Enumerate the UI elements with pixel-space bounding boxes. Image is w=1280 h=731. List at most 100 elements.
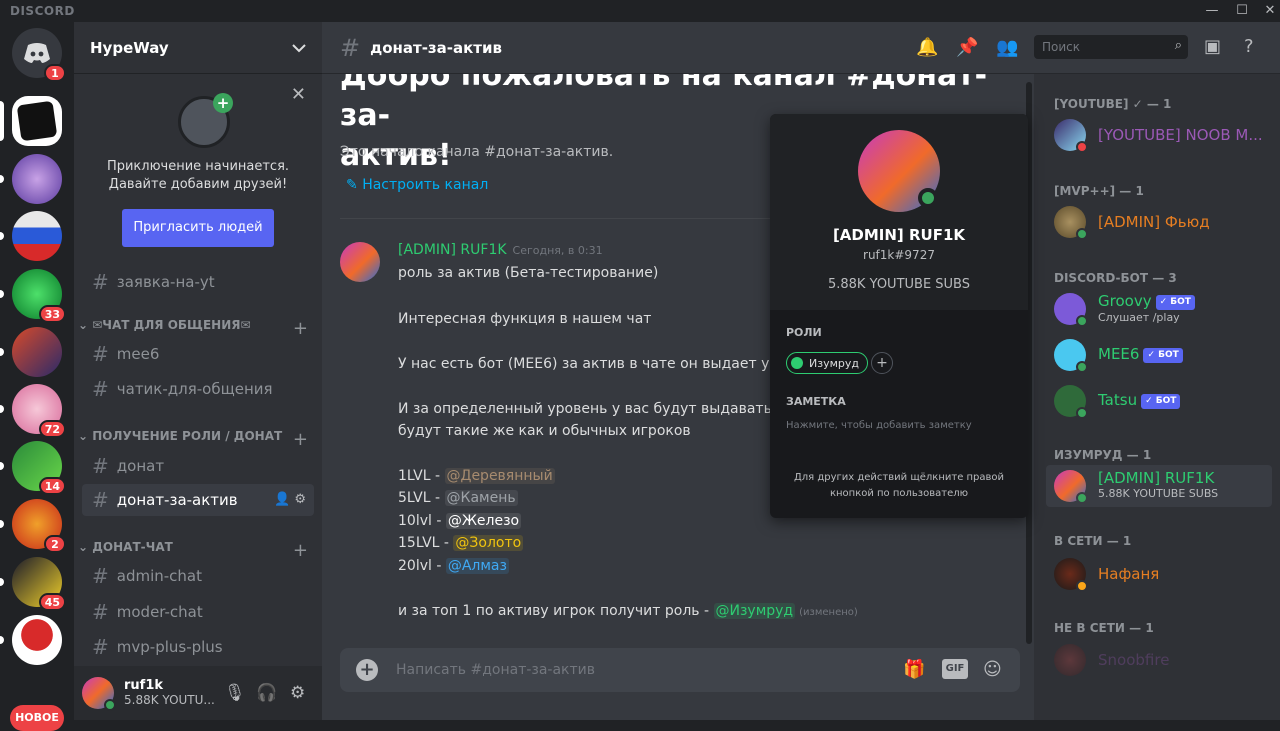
hash-icon: #: [92, 635, 109, 659]
role-mention[interactable]: @Изумруд: [713, 603, 796, 619]
members-icon[interactable]: 👥: [996, 37, 1018, 58]
status-dot: [1076, 228, 1088, 240]
add-channel-icon[interactable]: +: [293, 318, 308, 339]
avatar[interactable]: [82, 677, 116, 711]
server-icon-hypeway[interactable]: [0, 96, 62, 146]
help-icon[interactable]: ?: [1244, 36, 1254, 57]
minimize-button[interactable]: —: [1203, 2, 1221, 20]
inbox-icon[interactable]: ▣: [1204, 36, 1221, 57]
popout-hint: Для других действий щёлкните правой кноп…: [793, 472, 1005, 499]
gift-icon[interactable]: 🎁: [903, 659, 925, 680]
headphones-icon[interactable]: 🎧: [256, 683, 277, 703]
new-servers-pill[interactable]: НОВОЕ: [10, 705, 64, 731]
member-group-header: [YOUTUBE] ✓ — 1: [1054, 97, 1172, 111]
server-icon[interactable]: 33: [0, 269, 66, 323]
channel-item[interactable]: # admin-chat: [82, 560, 314, 592]
message-composer: + 🎁 GIF ☺: [340, 648, 1020, 692]
category-header[interactable]: ⌄ ДОНАТ-ЧАТ +: [78, 540, 314, 561]
role-mention[interactable]: @Камень: [444, 490, 518, 506]
maximize-button[interactable]: ☐: [1233, 2, 1251, 20]
notification-badge: 72: [38, 420, 66, 438]
avatar: [1054, 206, 1088, 240]
gear-icon[interactable]: ⚙: [290, 683, 305, 703]
add-channel-icon[interactable]: +: [293, 429, 308, 450]
role-mention[interactable]: @Золото: [453, 535, 524, 551]
emoji-icon[interactable]: ☺: [983, 659, 1002, 680]
status-dot: [1076, 492, 1088, 504]
server-icon[interactable]: [0, 327, 62, 377]
search-input[interactable]: [1042, 39, 1152, 55]
server-icon[interactable]: [0, 211, 62, 261]
username: ruf1k: [124, 678, 164, 693]
invite-people-button[interactable]: Пригласить людей: [122, 209, 274, 247]
hash-icon: #: [92, 454, 109, 478]
upload-plus-icon[interactable]: +: [356, 659, 378, 681]
channel-sidebar: HypeWay ✕ + Приключение начинается. Дава…: [74, 22, 322, 720]
hash-icon: #: [92, 564, 109, 588]
member-item[interactable]: Snoobfire: [1046, 639, 1272, 681]
add-channel-icon[interactable]: +: [293, 540, 308, 561]
bell-icon[interactable]: 🔔: [916, 37, 938, 58]
member-item[interactable]: Tatsu ✓ БОТ: [1046, 380, 1272, 422]
avatar: [1054, 339, 1088, 373]
home-button[interactable]: 1: [12, 28, 66, 82]
channel-item[interactable]: # заявка-на-yt: [82, 266, 314, 298]
popout-tag: ruf1k#9727: [863, 248, 935, 262]
role-color-dot: [791, 357, 803, 369]
channel-item[interactable]: # mvp-plus-plus: [82, 631, 314, 663]
member-item[interactable]: Groovy ✓ БОТ Слушает /play: [1046, 288, 1272, 330]
pin-icon[interactable]: 📌: [956, 37, 978, 58]
member-item[interactable]: [ADMIN] RUF1K 5.88K YOUTUBE SUBS: [1046, 465, 1272, 507]
setup-channel-link[interactable]: ✎ Настроить канал: [346, 177, 488, 193]
invite-icon[interactable]: 👤: [274, 492, 290, 507]
member-item[interactable]: [YOUTUBE] NOOB M...: [1046, 114, 1272, 156]
close-icon[interactable]: ✕: [291, 84, 306, 105]
add-role-button[interactable]: +: [871, 352, 893, 374]
channel-title: донат-за-актив: [370, 38, 502, 57]
note-input[interactable]: Нажмите, чтобы добавить заметку: [786, 420, 972, 431]
microphone-icon[interactable]: 🎙: [224, 683, 246, 703]
server-icon[interactable]: 2: [0, 499, 66, 553]
message-author[interactable]: [ADMIN] RUF1K: [398, 242, 507, 258]
guild-header[interactable]: HypeWay: [74, 22, 322, 74]
message-line: будут такие же как и обычных игроков: [398, 423, 691, 439]
member-group-header: DISCORD-БОТ — 3: [1054, 271, 1177, 285]
member-item[interactable]: MEE6 ✓ БОТ: [1046, 334, 1272, 376]
search-box[interactable]: ⌕: [1034, 35, 1188, 59]
channel-item[interactable]: # mee6: [82, 338, 314, 370]
role-mention[interactable]: @Железо: [445, 513, 522, 529]
gear-icon[interactable]: ⚙: [294, 492, 306, 507]
member-group-header: НЕ В СЕТИ — 1: [1054, 621, 1154, 635]
member-item[interactable]: [ADMIN] Фьюд: [1046, 201, 1272, 243]
level-line: 15LVL - @Золото: [398, 535, 524, 551]
server-icon[interactable]: 72: [0, 384, 66, 438]
role-mention[interactable]: @Деревянный: [444, 468, 555, 484]
server-icon[interactable]: 45: [0, 557, 66, 611]
gif-button[interactable]: GIF: [942, 659, 968, 679]
server-icon[interactable]: [0, 615, 62, 665]
channel-item[interactable]: # донат: [82, 450, 314, 482]
notification-badge: 45: [38, 593, 66, 611]
channel-item[interactable]: # чатик-для-общения: [82, 373, 314, 405]
status-dot: [1076, 361, 1088, 373]
message-timestamp: Сегодня, в 0:31: [512, 244, 603, 257]
member-item[interactable]: Нафаня: [1046, 553, 1272, 595]
channel-item-active[interactable]: # донат-за-актив 👤 ⚙: [82, 484, 314, 516]
server-icon[interactable]: [0, 154, 62, 204]
bot-badge: ✓ БОТ: [1141, 394, 1181, 409]
role-mention[interactable]: @Алмаз: [445, 558, 509, 574]
chevron-down-icon: [292, 43, 306, 52]
message-avatar[interactable]: [340, 242, 380, 282]
server-icon[interactable]: 14: [0, 441, 66, 495]
message-input[interactable]: [396, 660, 876, 680]
category-header[interactable]: ⌄ ПОЛУЧЕНИЕ РОЛИ / ДОНАТ +: [78, 429, 314, 450]
role-pill[interactable]: Изумруд: [786, 352, 868, 374]
close-window-button[interactable]: ✕: [1261, 2, 1279, 20]
roles-label: РОЛИ: [786, 326, 822, 339]
status-dot: [104, 699, 116, 711]
category-header[interactable]: ⌄ ✉ЧАТ ДЛЯ ОБЩЕНИЯ✉ +: [78, 318, 314, 339]
member-group-header: ИЗУМРУД — 1: [1054, 448, 1152, 462]
channel-item[interactable]: # moder-chat: [82, 596, 314, 628]
invite-card: ✕ + Приключение начинается. Давайте доба…: [74, 74, 322, 264]
welcome-subtitle: Это начало канала #донат-за-актив.: [340, 144, 614, 160]
